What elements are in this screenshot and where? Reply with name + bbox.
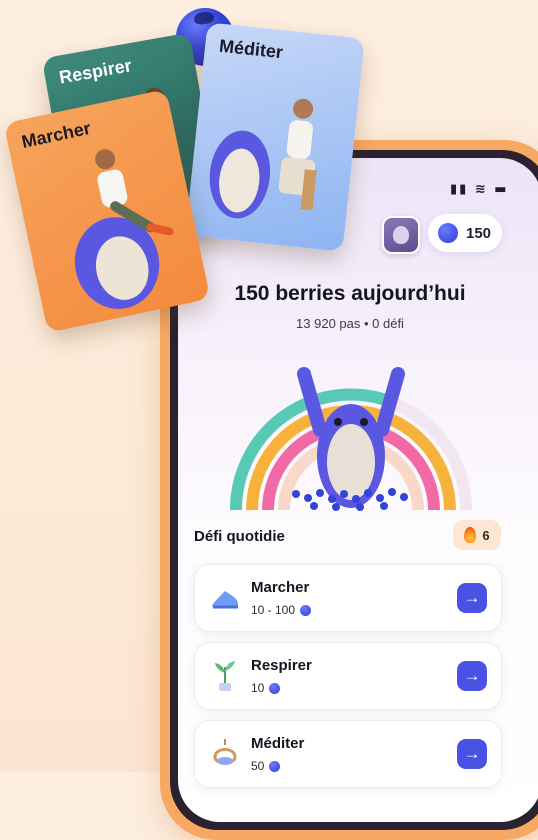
shoe-icon	[212, 591, 238, 609]
page-title: 150 berries aujourd’hui	[234, 282, 466, 305]
berry-count: 150	[466, 224, 492, 242]
activity-reward: 50	[251, 759, 281, 773]
stats-subtitle: 13 920 pas • 0 défi	[296, 316, 404, 331]
promo-card-label: Méditer	[218, 35, 284, 63]
activity-reward: 10 - 100	[251, 603, 312, 617]
arrow-right-icon[interactable]: →	[457, 739, 487, 769]
meditating-mascot-illustration	[209, 98, 317, 219]
berry-icon	[438, 223, 458, 243]
activity-reward: 10	[251, 681, 281, 695]
phone-frame: ▮▮ ≋ ▬ 150 150 berries aujourd’hui 13 92…	[160, 140, 538, 840]
activity-name: Marcher	[251, 579, 310, 596]
battery-icon: ▬	[494, 182, 509, 197]
flame-icon	[464, 527, 477, 543]
activity-card-respirer[interactable]: Respirer 10 →	[194, 642, 502, 710]
avatar[interactable]	[382, 216, 420, 254]
hanging-chair-icon	[213, 739, 237, 765]
arrow-right-icon[interactable]: →	[457, 583, 487, 613]
activity-card-mediter[interactable]: Méditer 50 →	[194, 720, 502, 788]
activity-name: Méditer	[251, 735, 305, 752]
berry-icon	[269, 760, 281, 772]
activity-name: Respirer	[251, 657, 312, 674]
app-screen: ▮▮ ≋ ▬ 150 150 berries aujourd’hui 13 92…	[178, 158, 538, 822]
reward-value: 10 - 100	[251, 603, 296, 617]
rainbow-mascot-illustration	[229, 367, 472, 511]
promo-card-mediter: Méditer	[185, 22, 365, 252]
wifi-icon: ≋	[474, 182, 488, 197]
walking-mascot-illustration	[74, 149, 174, 309]
signal-icon: ▮▮	[450, 182, 469, 197]
streak-badge: 6	[453, 520, 501, 550]
promo-card-label: Respirer	[57, 55, 134, 88]
status-bar-icons: ▮▮ ≋ ▬	[450, 182, 509, 197]
berry-icon	[269, 682, 281, 694]
arrow-right-icon[interactable]: →	[457, 661, 487, 691]
streak-count: 6	[482, 527, 490, 543]
berry-balance-badge[interactable]: 150	[428, 214, 502, 252]
activity-card-marcher[interactable]: Marcher 10 - 100 →	[194, 564, 502, 632]
berry-icon	[300, 604, 312, 616]
daily-challenge-title: Défi quotidie	[194, 528, 285, 545]
reward-value: 50	[251, 759, 265, 773]
plant-icon	[215, 661, 235, 691]
reward-value: 10	[251, 681, 265, 695]
